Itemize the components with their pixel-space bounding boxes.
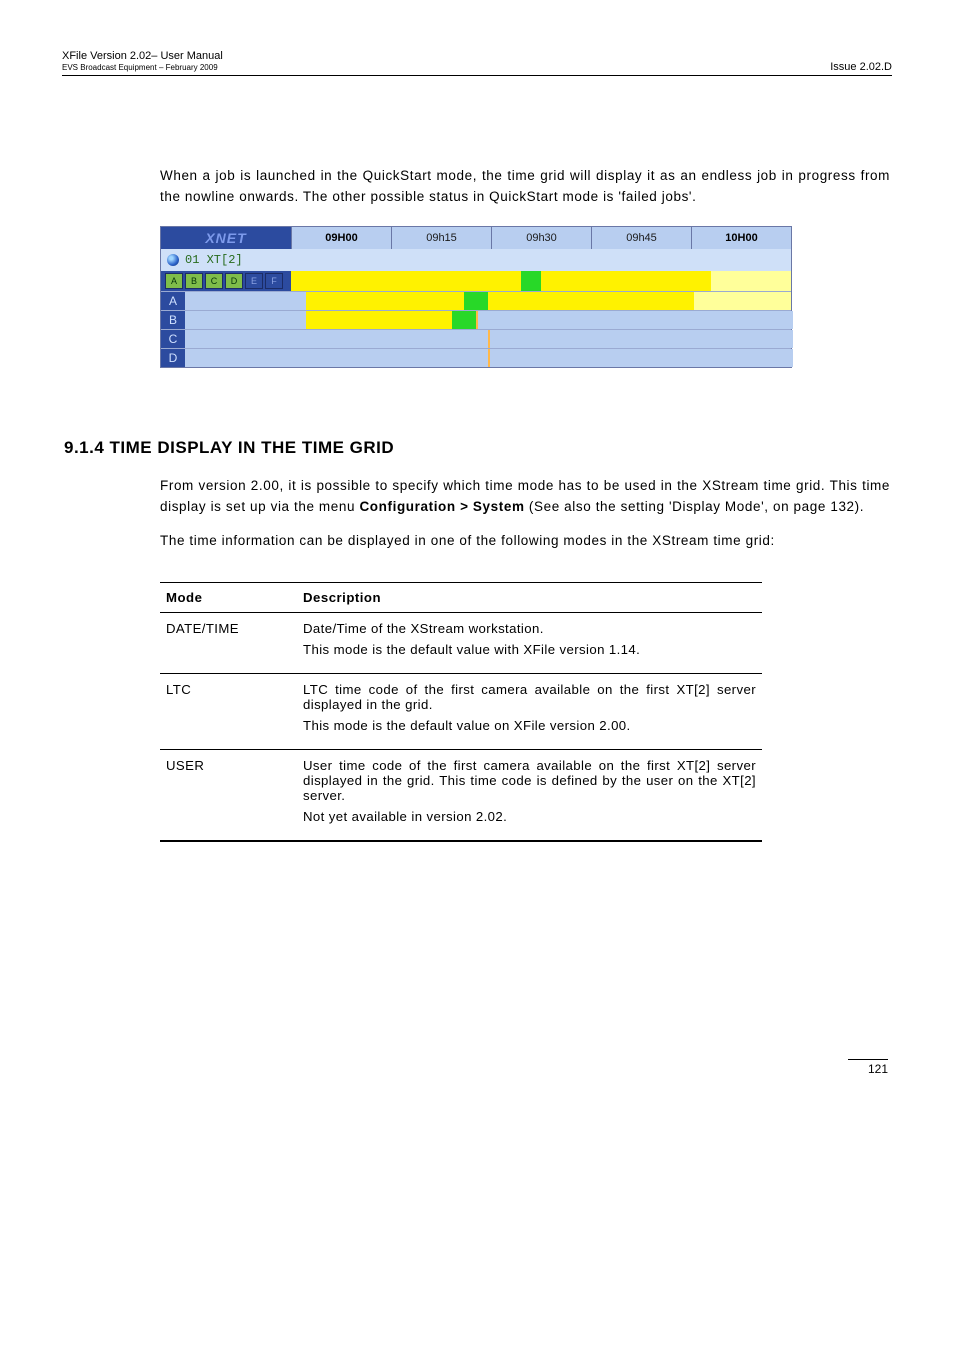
page-footer: 121	[62, 1062, 892, 1076]
channel-btn-d[interactable]: D	[225, 273, 243, 289]
track-label-c: C	[161, 330, 185, 348]
track-label-a: A	[161, 292, 185, 310]
time-grid-header: XNET 09H00 09h15 09h30 09h45 10H00	[161, 227, 791, 249]
channel-btn-a[interactable]: A	[165, 273, 183, 289]
intro-text: When a job is launched in the QuickStart…	[160, 166, 890, 208]
track-label-b: B	[161, 311, 185, 329]
th-desc: Description	[297, 583, 762, 613]
track-label-d: D	[161, 349, 185, 367]
xnet-logo-cell: XNET	[161, 227, 292, 249]
time-col-4: 10H00	[692, 227, 791, 249]
section-title: 9.1.4 TIME DISPLAY IN THE TIME GRID	[64, 438, 892, 458]
table-row: USER User time code of the first camera …	[160, 750, 762, 842]
para-1: From version 2.00, it is possible to spe…	[160, 476, 890, 518]
para-2: The time information can be displayed in…	[160, 531, 890, 552]
header-subtitle: EVS Broadcast Equipment – February 2009	[62, 63, 223, 73]
header-issue: Issue 2.02.D	[830, 61, 892, 73]
table-header-row: Mode Description	[160, 583, 762, 613]
time-col-0: 09H00	[292, 227, 392, 249]
desc-ltc: LTC time code of the first camera availa…	[297, 674, 762, 750]
page-header: XFile Version 2.02– User Manual EVS Broa…	[62, 50, 892, 76]
header-title: XFile Version 2.02– User Manual	[62, 50, 223, 63]
server-label: 01 XT[2]	[161, 249, 291, 271]
desc-datetime: Date/Time of the XStream workstation. Th…	[297, 613, 762, 674]
mode-ltc: LTC	[160, 674, 297, 750]
channel-btn-b[interactable]: B	[185, 273, 203, 289]
mode-description-table: Mode Description DATE/TIME Date/Time of …	[160, 582, 762, 842]
intro-paragraph: When a job is launched in the QuickStart…	[160, 166, 890, 208]
server-name: 01 XT[2]	[185, 253, 243, 267]
table-row: DATE/TIME Date/Time of the XStream works…	[160, 613, 762, 674]
time-col-1: 09h15	[392, 227, 492, 249]
mode-user: USER	[160, 750, 297, 842]
channel-buttons-row: A B C D E F	[161, 271, 791, 291]
table-row: LTC LTC time code of the first camera av…	[160, 674, 762, 750]
track-row-a[interactable]: A	[161, 291, 791, 310]
channel-btn-e[interactable]: E	[245, 273, 263, 289]
desc-user: User time code of the first camera avail…	[297, 750, 762, 842]
track-row-b[interactable]: B	[161, 310, 791, 329]
track-row-d[interactable]: D	[161, 348, 791, 367]
channel-btn-f[interactable]: F	[265, 273, 283, 289]
header-left: XFile Version 2.02– User Manual EVS Broa…	[62, 50, 223, 73]
th-mode: Mode	[160, 583, 297, 613]
server-status-icon	[167, 254, 179, 266]
channel-buttons: A B C D E F	[161, 271, 291, 291]
mode-datetime: DATE/TIME	[160, 613, 297, 674]
track-row-c[interactable]: C	[161, 329, 791, 348]
time-col-3: 09h45	[592, 227, 692, 249]
page-number: 121	[848, 1059, 888, 1076]
time-col-2: 09h30	[492, 227, 592, 249]
section-body: From version 2.00, it is possible to spe…	[160, 476, 890, 553]
channel-header-bar	[291, 271, 791, 291]
server-track-area	[291, 249, 791, 271]
server-row[interactable]: 01 XT[2]	[161, 249, 791, 271]
channel-btn-c[interactable]: C	[205, 273, 223, 289]
xstream-time-grid: XNET 09H00 09h15 09h30 09h45 10H00 01 XT…	[160, 226, 792, 368]
